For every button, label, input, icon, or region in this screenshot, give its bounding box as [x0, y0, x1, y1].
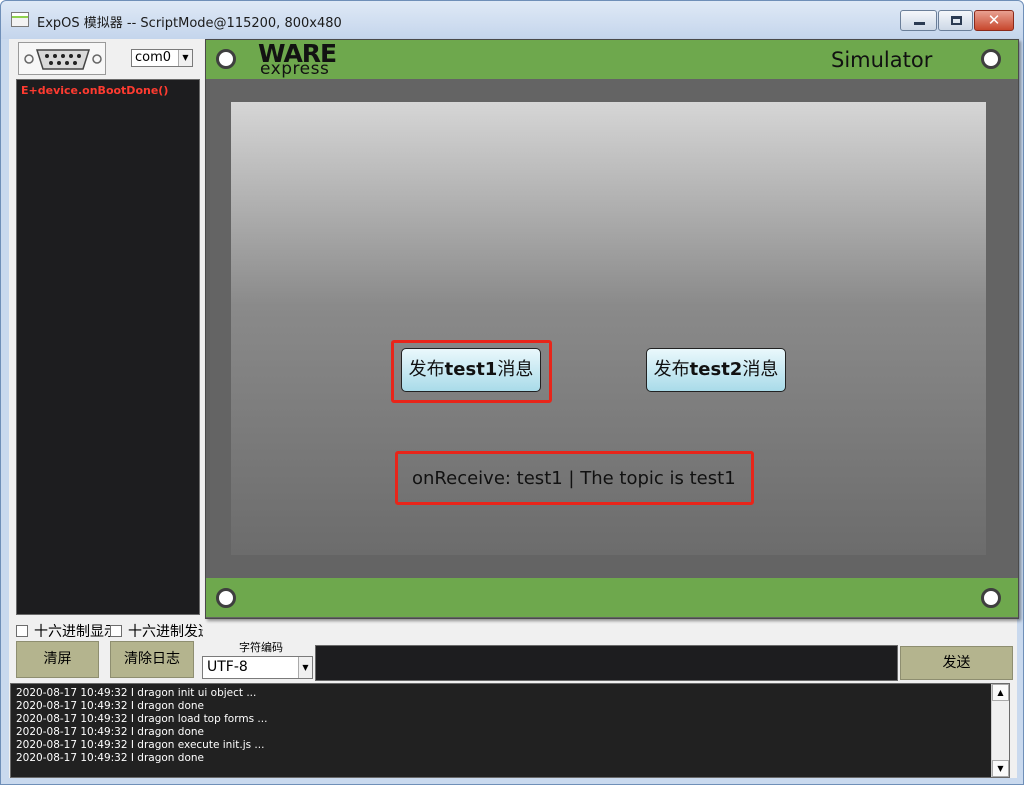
- encoding-select[interactable]: UTF-8 ▼: [202, 656, 313, 679]
- screw-icon: [981, 49, 1001, 69]
- simulator-title: Simulator: [831, 48, 933, 72]
- serial-connector-icon: [24, 49, 102, 70]
- log-line: 2020-08-17 10:49:32 I dragon execute ini…: [16, 739, 265, 752]
- minimize-button[interactable]: [900, 10, 937, 31]
- maximize-icon: [951, 16, 962, 25]
- log-lines: 2020-08-17 10:49:32 I dragon init ui obj…: [16, 687, 986, 766]
- minimize-icon: [914, 22, 925, 25]
- com-port-select[interactable]: com0 ▼: [131, 49, 193, 67]
- log-line: 2020-08-17 10:49:32 I dragon done: [16, 700, 204, 713]
- receive-message: onReceive: test1 | The topic is test1: [412, 468, 736, 489]
- express-logo: express: [260, 59, 330, 79]
- highlight-box: [391, 340, 552, 403]
- close-icon: ✕: [987, 11, 1001, 29]
- publish-prefix: 发布: [653, 359, 690, 380]
- screw-icon: [981, 588, 1001, 608]
- publish-topic: test2: [689, 359, 743, 380]
- log-line: 2020-08-17 10:49:32 I dragon init ui obj…: [16, 687, 257, 699]
- send-input[interactable]: [315, 645, 898, 681]
- publish-suffix: 消息: [742, 359, 779, 380]
- console-panel[interactable]: E+device.onBootDone(): [16, 79, 200, 615]
- maximize-button[interactable]: [938, 10, 973, 31]
- log-scrollbar[interactable]: ▲ ▼: [991, 684, 1009, 777]
- console-line: E+device.onBootDone(): [21, 84, 169, 97]
- log-line: 2020-08-17 10:49:32 I dragon done: [16, 726, 204, 739]
- scroll-down-icon[interactable]: ▼: [992, 760, 1009, 777]
- chevron-down-icon[interactable]: ▼: [178, 50, 192, 66]
- clear-log-button[interactable]: 清除日志: [110, 641, 194, 678]
- com-port-value: com0: [135, 50, 172, 65]
- log-panel[interactable]: 2020-08-17 10:49:32 I dragon init ui obj…: [10, 683, 1010, 778]
- encoding-value: UTF-8: [207, 659, 248, 675]
- checkbox-icon[interactable]: [16, 625, 28, 637]
- clear-screen-button[interactable]: 清屏: [16, 641, 99, 678]
- send-button[interactable]: 发送: [900, 646, 1013, 680]
- device-screen: 发布test1消息 发布test2消息 onReceive: test1 | T…: [231, 102, 986, 555]
- screw-icon: [216, 588, 236, 608]
- title-bar[interactable]: ExpOS 模拟器 -- ScriptMode@115200, 800x480 …: [1, 1, 1023, 39]
- hex-send-label: 十六进制发送: [128, 624, 203, 637]
- app-icon: [11, 12, 29, 27]
- app-window: ExpOS 模拟器 -- ScriptMode@115200, 800x480 …: [0, 0, 1024, 785]
- simulator-panel: WARE express Simulator 发布test1消息 发布test2…: [205, 39, 1019, 619]
- publish-test2-button[interactable]: 发布test2消息: [646, 348, 786, 392]
- window-title: ExpOS 模拟器 -- ScriptMode@115200, 800x480: [37, 16, 342, 31]
- checkbox-icon[interactable]: [110, 625, 122, 637]
- hex-display-label: 十六进制显示: [34, 624, 116, 637]
- close-button[interactable]: ✕: [974, 10, 1014, 31]
- screw-icon: [216, 49, 236, 69]
- serial-port-button[interactable]: [18, 42, 106, 75]
- chevron-down-icon[interactable]: ▼: [298, 657, 312, 678]
- simulator-top-bar: WARE express Simulator: [206, 39, 1018, 79]
- client-area: com0 ▼ E+device.onBootDone() WARE expres…: [9, 39, 1019, 778]
- log-line: 2020-08-17 10:49:32 I dragon load top fo…: [16, 713, 268, 726]
- hex-display-checkbox[interactable]: 十六进制显示: [16, 621, 116, 637]
- scroll-up-icon[interactable]: ▲: [992, 684, 1009, 701]
- hex-send-checkbox[interactable]: 十六进制发送: [110, 621, 203, 637]
- encoding-label: 字符编码: [239, 641, 283, 654]
- log-line: 2020-08-17 10:49:32 I dragon done: [16, 752, 204, 765]
- simulator-bottom-bar: [206, 578, 1018, 617]
